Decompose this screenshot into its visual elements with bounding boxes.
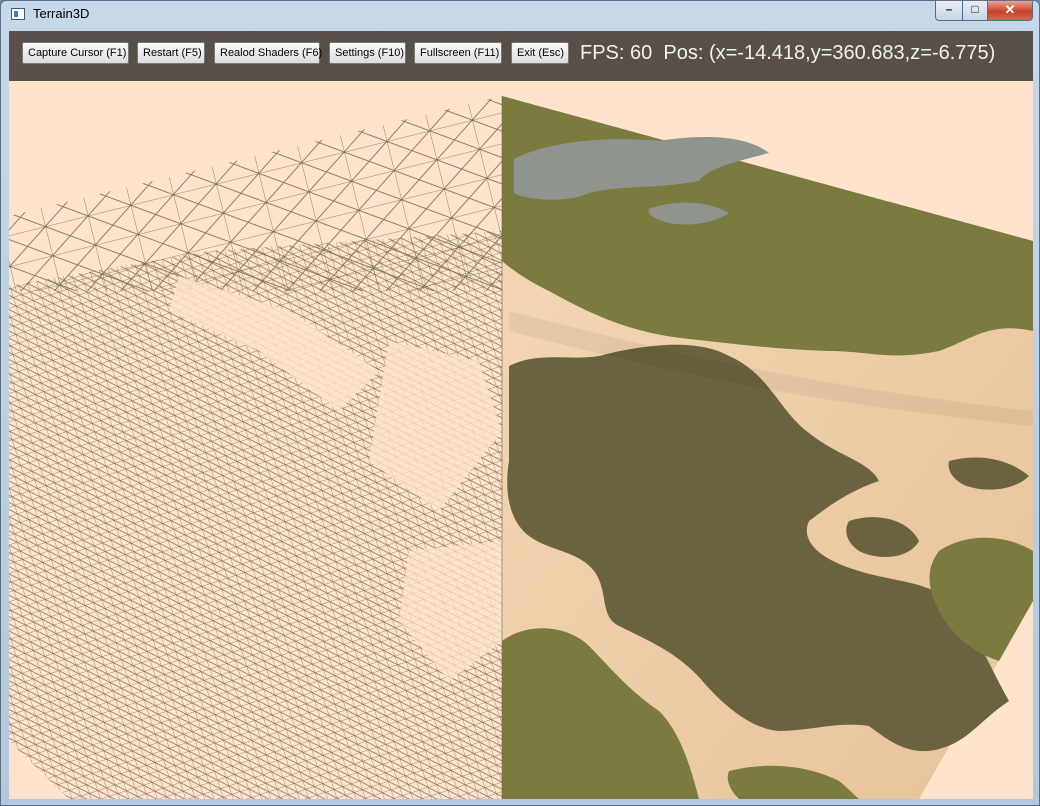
app-client-area: Capture Cursor (F1) Restart (F5) Realod … [9,31,1033,799]
maximize-button[interactable]: □ [962,1,988,21]
app-window: Terrain3D – □ ✕ Capture Cursor (F1) Rest… [0,0,1040,806]
camera-position: Pos: (x=-14.418,y=360.683,z=-6.775) [663,42,996,64]
minimize-button[interactable]: – [935,1,963,21]
window-title: Terrain3D [33,6,90,21]
terrain-render [9,96,1033,799]
minimize-icon: – [945,2,953,16]
capture-cursor-button[interactable]: Capture Cursor (F1) [22,42,129,64]
wireframe-terrain [9,96,502,799]
stats-readout: FPS: 60 Pos: (x=-14.418,y=360.683,z=-6.7… [580,42,995,65]
exit-button[interactable]: Exit (Esc) [511,42,569,64]
terrain-viewport[interactable] [9,81,1033,799]
reload-shaders-button[interactable]: Realod Shaders (F6) [214,42,322,64]
restart-button[interactable]: Restart (F5) [137,42,205,64]
close-icon: ✕ [1004,2,1016,17]
close-button[interactable]: ✕ [987,1,1033,21]
title-bar[interactable]: Terrain3D – □ ✕ [1,1,1039,27]
fullscreen-button[interactable]: Fullscreen (F11) [414,42,502,64]
textured-terrain [502,96,1033,799]
fps-counter: FPS: 60 [580,42,653,64]
toolbar: Capture Cursor (F1) Restart (F5) Realod … [9,31,1033,81]
app-window-icon [11,8,25,20]
maximize-icon: □ [971,2,979,16]
settings-button[interactable]: Settings (F10) [329,42,406,64]
